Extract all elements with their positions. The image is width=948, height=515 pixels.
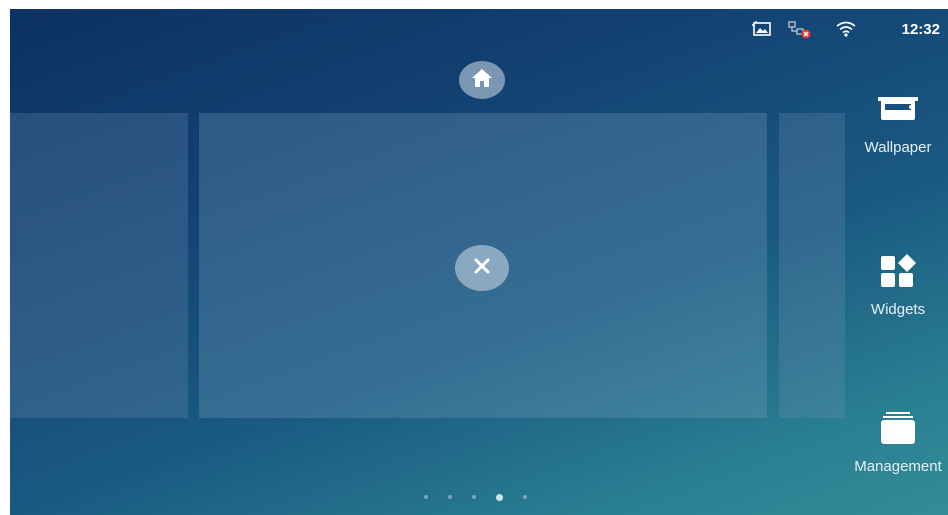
close-icon: [473, 257, 491, 280]
screen-page-preview-right[interactable]: [779, 113, 845, 418]
widgets-button[interactable]: Widgets: [848, 251, 948, 318]
network-disconnected-icon: [788, 21, 812, 44]
page-dot[interactable]: [472, 495, 476, 499]
wallpaper-label: Wallpaper: [864, 139, 932, 156]
status-bar: 12:32: [748, 9, 948, 45]
management-label: Management: [854, 458, 942, 475]
home-button[interactable]: [459, 61, 505, 99]
clock-time: 12:32: [901, 21, 940, 38]
page-dot[interactable]: [424, 495, 428, 499]
management-button[interactable]: Management: [848, 408, 948, 475]
page-indicator: [424, 493, 527, 501]
wallpaper-button[interactable]: Wallpaper: [848, 89, 948, 156]
edit-sidebar: Wallpaper Widgets Management: [848, 45, 948, 515]
screenshot-icon: [752, 21, 772, 42]
management-icon: [878, 408, 918, 448]
page-dot-active[interactable]: [496, 493, 503, 501]
wallpaper-icon: [878, 89, 918, 129]
page-dot[interactable]: [523, 495, 527, 499]
widgets-icon: [878, 251, 918, 291]
home-icon: [471, 68, 493, 93]
wifi-icon: [836, 21, 856, 42]
screen-page-preview-left[interactable]: [10, 113, 188, 418]
delete-page-button[interactable]: [455, 245, 509, 291]
page-dot[interactable]: [448, 495, 452, 499]
widgets-label: Widgets: [870, 301, 926, 318]
home-screen-edit-mode: 12:32 Wallpaper Widgets Management: [10, 9, 948, 515]
